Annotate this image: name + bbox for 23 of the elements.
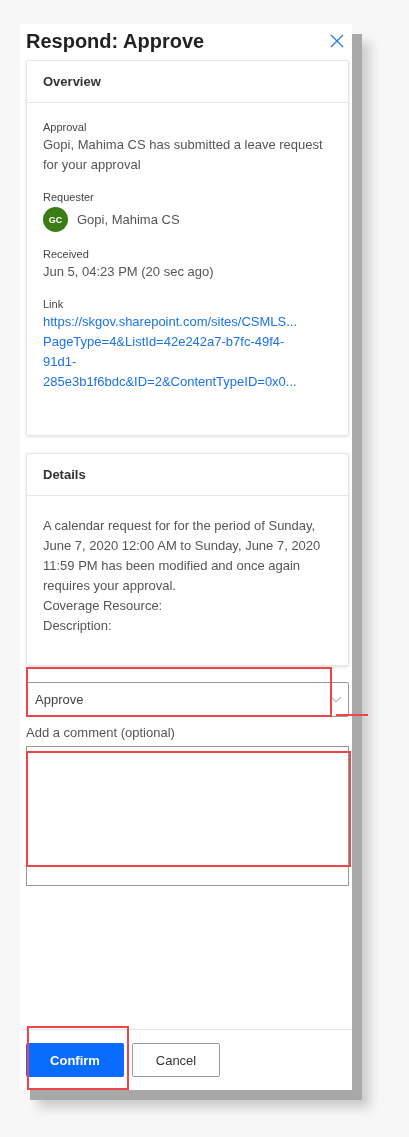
avatar: GC (43, 207, 68, 232)
field-value: Gopi, Mahima CS has submitted a leave request for your approval (43, 136, 324, 174)
field-label: Requester (43, 191, 95, 203)
close-icon[interactable] (330, 34, 344, 48)
details-text: Description: (43, 617, 113, 635)
panel-title: Respond: Approve (26, 29, 205, 53)
comment-field[interactable] (26, 746, 349, 886)
response-dropdown[interactable]: Approve (26, 682, 349, 717)
link[interactable]: https://skgov.sharepoint.com/sites/CSMLS... PageType=4&ListId=42e242a7-b7fc-49f4- 91d1- 285e3b1f6bdc&ID=2&ContentTypeID=0x0... (43, 312, 338, 392)
details-text: Coverage Resource: (43, 597, 164, 615)
chevron-down-icon (330, 695, 342, 704)
details-text: A calendar request for for the period of Sunday, June 7, 2020 12:00 AM to Sunday, June 7, 2020 11:59 PM has been modified and once again requires your approval. (43, 517, 322, 595)
comment-label: Add a comment (optional) (26, 725, 176, 740)
card-heading: Overview (43, 74, 101, 89)
highlight-line (336, 714, 368, 716)
field-label: Approval (43, 121, 88, 133)
requester-name: Gopi, Mahima CS (77, 210, 180, 229)
field-label: Link (43, 298, 65, 310)
card-heading: Details (43, 467, 86, 482)
cancel-button[interactable]: Cancel (132, 1043, 220, 1077)
field-label: Received (43, 248, 90, 260)
confirm-button[interactable]: Confirm (26, 1043, 124, 1077)
field-value: Jun 5, 04:23 PM (20 sec ago) (43, 263, 215, 281)
